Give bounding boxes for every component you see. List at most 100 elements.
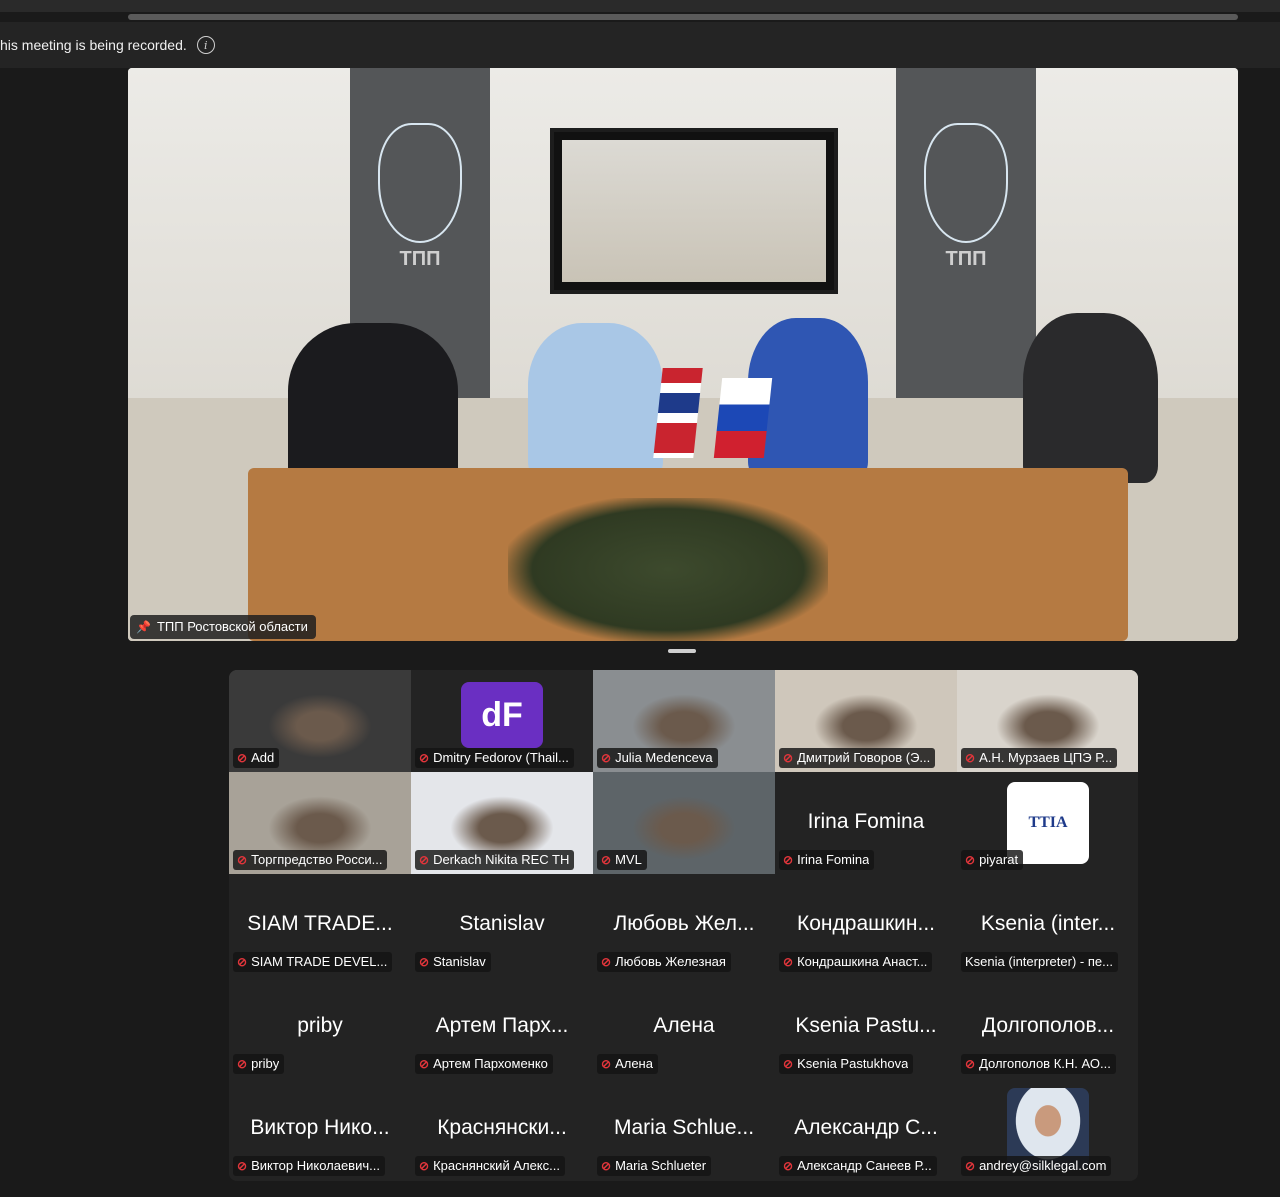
participant-display-name: Maria Schlue... <box>613 1116 755 1139</box>
participant-tile[interactable]: ⊘ andrey@silklegal.com <box>957 1078 1138 1180</box>
participant-tile[interactable]: Краснянски... ⊘ Краснянский Алекс... <box>411 1078 593 1180</box>
participant-name-label: ⊘ MVL <box>597 850 647 870</box>
participant-name: Stanislav <box>433 954 486 969</box>
participant-tile[interactable]: Александр С... ⊘ Александр Санеев Р... <box>775 1078 957 1180</box>
mic-muted-icon: ⊘ <box>965 750 976 765</box>
participant-tile[interactable]: Stanislav ⊘ Stanislav <box>411 874 593 976</box>
participant-name-label: Ksenia (interpreter) - пе... <box>961 952 1118 972</box>
participant-tile[interactable]: TTIA ⊘ piyarat <box>957 772 1138 874</box>
participant-name: MVL <box>615 852 642 867</box>
participant-name: Ksenia (interpreter) - пе... <box>965 954 1113 969</box>
participant-display-name: Irina Fomina <box>807 810 925 833</box>
participant-tile[interactable]: Алена ⊘ Алена <box>593 976 775 1078</box>
main-video[interactable]: ТПП ТПП 📌 ТПП Ростовской области <box>128 68 1238 641</box>
participant-name: Артем Пархоменко <box>433 1056 548 1071</box>
participant-name: Любовь Железная <box>615 954 726 969</box>
participant-name: Александр Санеев Р... <box>797 1158 932 1173</box>
mic-muted-icon: ⊘ <box>965 1158 976 1173</box>
participant-tile[interactable]: Irina Fomina ⊘ Irina Fomina <box>775 772 957 874</box>
participant-name-label: ⊘ Julia Medenceva <box>597 748 718 768</box>
wall-tv <box>550 128 838 294</box>
info-icon[interactable]: i <box>196 36 215 54</box>
person-4 <box>1023 313 1158 483</box>
participant-tile[interactable]: ⊘ MVL <box>593 772 775 874</box>
mic-muted-icon: ⊘ <box>783 1158 794 1173</box>
participant-tile[interactable]: Maria Schlue... ⊘ Maria Schlueter <box>593 1078 775 1180</box>
participant-tile[interactable]: ⊘ А.Н. Мурзаев ЦПЭ Р... <box>957 670 1138 772</box>
participant-name-label: ⊘ Stanislav <box>415 952 491 972</box>
mic-muted-icon: ⊘ <box>601 750 612 765</box>
participant-name: Кондрашкина Анаст... <box>797 954 928 969</box>
person-2 <box>528 323 663 478</box>
pin-icon[interactable]: 📌 <box>136 620 151 634</box>
participant-tile[interactable]: ⊘ Derkach Nikita REC TH <box>411 772 593 874</box>
participant-tile[interactable]: Любовь Жел... ⊘ Любовь Железная <box>593 874 775 976</box>
mic-muted-icon: ⊘ <box>237 1056 248 1071</box>
mic-muted-icon: ⊘ <box>237 852 248 867</box>
participant-display-name: Ksenia (inter... <box>980 912 1116 935</box>
participant-display-name: Александр С... <box>794 1116 938 1139</box>
participant-name: Краснянский Алекс... <box>433 1158 560 1173</box>
plant <box>508 498 828 641</box>
emblem-text: ТПП <box>945 248 987 270</box>
mic-muted-icon: ⊘ <box>601 954 612 969</box>
participant-tile[interactable]: SIAM TRADE... ⊘ SIAM TRADE DEVEL... <box>229 874 411 976</box>
participant-name: Долгополов К.Н. АО... <box>979 1056 1111 1071</box>
mic-muted-icon: ⊘ <box>419 750 430 765</box>
mic-muted-icon: ⊘ <box>783 852 794 867</box>
participant-name-label: ⊘ Derkach Nikita REC TH <box>415 850 575 870</box>
participant-tile[interactable]: priby ⊘ priby <box>229 976 411 1078</box>
participant-tile[interactable]: Виктор Нико... ⊘ Виктор Николаевич... <box>229 1078 411 1180</box>
participant-name: Ksenia Pastukhova <box>797 1056 909 1071</box>
participant-tile[interactable]: ⊘ Julia Medenceva <box>593 670 775 772</box>
resize-handle[interactable] <box>668 649 696 653</box>
participant-name-label: ⊘ Кондрашкина Анаст... <box>779 952 933 972</box>
participant-name-label: ⊘ SIAM TRADE DEVEL... <box>233 952 393 972</box>
participant-tile[interactable]: Артем Парх... ⊘ Артем Пархоменко <box>411 976 593 1078</box>
mic-muted-icon: ⊘ <box>419 954 430 969</box>
participant-name-label: ⊘ Ksenia Pastukhova <box>779 1054 914 1074</box>
emblem-icon <box>924 123 1008 243</box>
participant-display-name: Кондрашкин... <box>797 912 935 935</box>
participant-tile[interactable]: ⊘ Add <box>229 670 411 772</box>
participant-tile[interactable]: Долгополов... ⊘ Долгополов К.Н. АО... <box>957 976 1138 1078</box>
participant-display-name: Ksenia Pastu... <box>795 1014 937 1037</box>
participant-tile[interactable]: ⊘ Дмитрий Говоров (Э... <box>775 670 957 772</box>
mic-muted-icon: ⊘ <box>419 1056 430 1071</box>
participant-tile[interactable]: dF ⊘ Dmitry Fedorov (Thail... <box>411 670 593 772</box>
participant-display-name: Stanislav <box>459 912 545 935</box>
top-strip <box>128 14 1238 20</box>
participant-name-label: ⊘ Виктор Николаевич... <box>233 1156 385 1176</box>
mic-muted-icon: ⊘ <box>237 954 248 969</box>
recording-text: his meeting is being recorded. <box>0 37 187 53</box>
mic-muted-icon: ⊘ <box>965 1056 976 1071</box>
participant-name-label: ⊘ Add <box>233 748 280 768</box>
recording-banner: his meeting is being recorded. i <box>0 22 1280 68</box>
main-video-name: ТПП Ростовской области <box>156 619 308 634</box>
participant-name: А.Н. Мурзаев ЦПЭ Р... <box>979 750 1113 765</box>
participant-tile[interactable]: ⊘ Торгпредство Росси... <box>229 772 411 874</box>
participant-name-label: ⊘ Алена <box>597 1054 658 1074</box>
participant-tile[interactable]: Ksenia Pastu... ⊘ Ksenia Pastukhova <box>775 976 957 1078</box>
participant-name: Торгпредство Росси... <box>251 852 383 867</box>
mic-muted-icon: ⊘ <box>419 1158 430 1173</box>
participant-name-label: ⊘ priby <box>233 1054 285 1074</box>
participant-name-label: ⊘ andrey@silklegal.com <box>961 1156 1112 1176</box>
participant-display-name: Артем Парх... <box>435 1014 569 1037</box>
mic-muted-icon: ⊘ <box>419 852 430 867</box>
mic-muted-icon: ⊘ <box>601 1158 612 1173</box>
participant-name: SIAM TRADE DEVEL... <box>251 954 388 969</box>
participant-tile[interactable]: Ksenia (inter... Ksenia (interpreter) - п… <box>957 874 1138 976</box>
participant-name: Add <box>251 750 275 765</box>
participant-name-label: ⊘ piyarat <box>961 850 1024 870</box>
participant-name-label: ⊘ Долгополов К.Н. АО... <box>961 1054 1116 1074</box>
participant-name-label: ⊘ Dmitry Fedorov (Thail... <box>415 748 574 768</box>
participant-tile[interactable]: Кондрашкин... ⊘ Кондрашкина Анаст... <box>775 874 957 976</box>
participant-name: Derkach Nikita REC TH <box>433 852 570 867</box>
window-top-bar <box>0 0 1280 12</box>
participant-display-name: priby <box>297 1014 343 1037</box>
participant-display-name: Алена <box>653 1014 715 1037</box>
participant-name: Алена <box>615 1056 653 1071</box>
participant-name-label: ⊘ Александр Санеев Р... <box>779 1156 937 1176</box>
emblem-icon <box>378 123 462 243</box>
